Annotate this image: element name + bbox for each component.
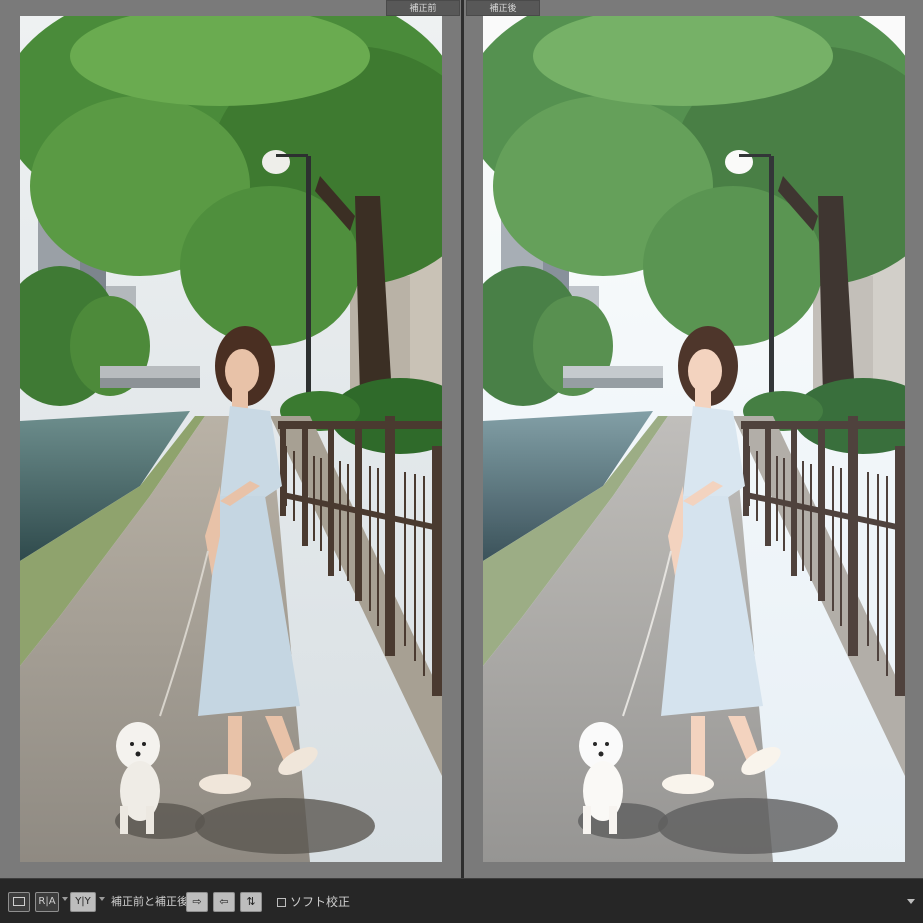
after-photo-image bbox=[483, 16, 905, 862]
lightroom-develop-window: 補正前 補正後 R|A Y|Y 補正前と補正後 : ⇨ ⇦ ⇅ ソフト校正 bbox=[0, 0, 923, 923]
toolbar-menu-icon[interactable] bbox=[907, 899, 915, 904]
after-photo[interactable] bbox=[483, 16, 905, 862]
before-pane[interactable] bbox=[0, 0, 461, 878]
before-after-yy-icon: Y|Y bbox=[75, 896, 91, 907]
yy-dropdown-icon[interactable] bbox=[99, 897, 105, 901]
before-photo[interactable] bbox=[20, 16, 442, 862]
split-dropdown-icon[interactable] bbox=[62, 897, 68, 901]
copy-before-to-after-button[interactable]: ⇨ bbox=[186, 892, 208, 912]
before-after-copy-label: 補正前と補正後 : bbox=[111, 895, 196, 908]
swap-button[interactable]: ⇅ bbox=[240, 892, 262, 912]
before-after-compare-area: 補正前 補正後 bbox=[0, 0, 923, 878]
copy-after-to-before-icon: ⇦ bbox=[219, 895, 229, 908]
loupe-view-button[interactable] bbox=[8, 892, 30, 912]
before-after-split-icon: R|A bbox=[38, 896, 56, 907]
copy-before-to-after-icon: ⇨ bbox=[192, 895, 202, 908]
single-view-icon bbox=[13, 897, 25, 906]
soft-proof-checkbox[interactable] bbox=[277, 898, 286, 907]
bottom-toolbar: R|A Y|Y 補正前と補正後 : ⇨ ⇦ ⇅ ソフト校正 bbox=[0, 878, 923, 923]
after-label: 補正後 bbox=[466, 0, 540, 16]
soft-proof-label[interactable]: ソフト校正 bbox=[290, 892, 350, 912]
before-label: 補正前 bbox=[386, 0, 460, 16]
copy-after-to-before-button[interactable]: ⇦ bbox=[213, 892, 235, 912]
before-after-yy-button[interactable]: Y|Y bbox=[70, 892, 96, 912]
swap-icon: ⇅ bbox=[246, 895, 256, 908]
before-after-split-button[interactable]: R|A bbox=[35, 892, 59, 912]
before-photo-image bbox=[20, 16, 442, 862]
after-pane[interactable] bbox=[464, 0, 923, 878]
